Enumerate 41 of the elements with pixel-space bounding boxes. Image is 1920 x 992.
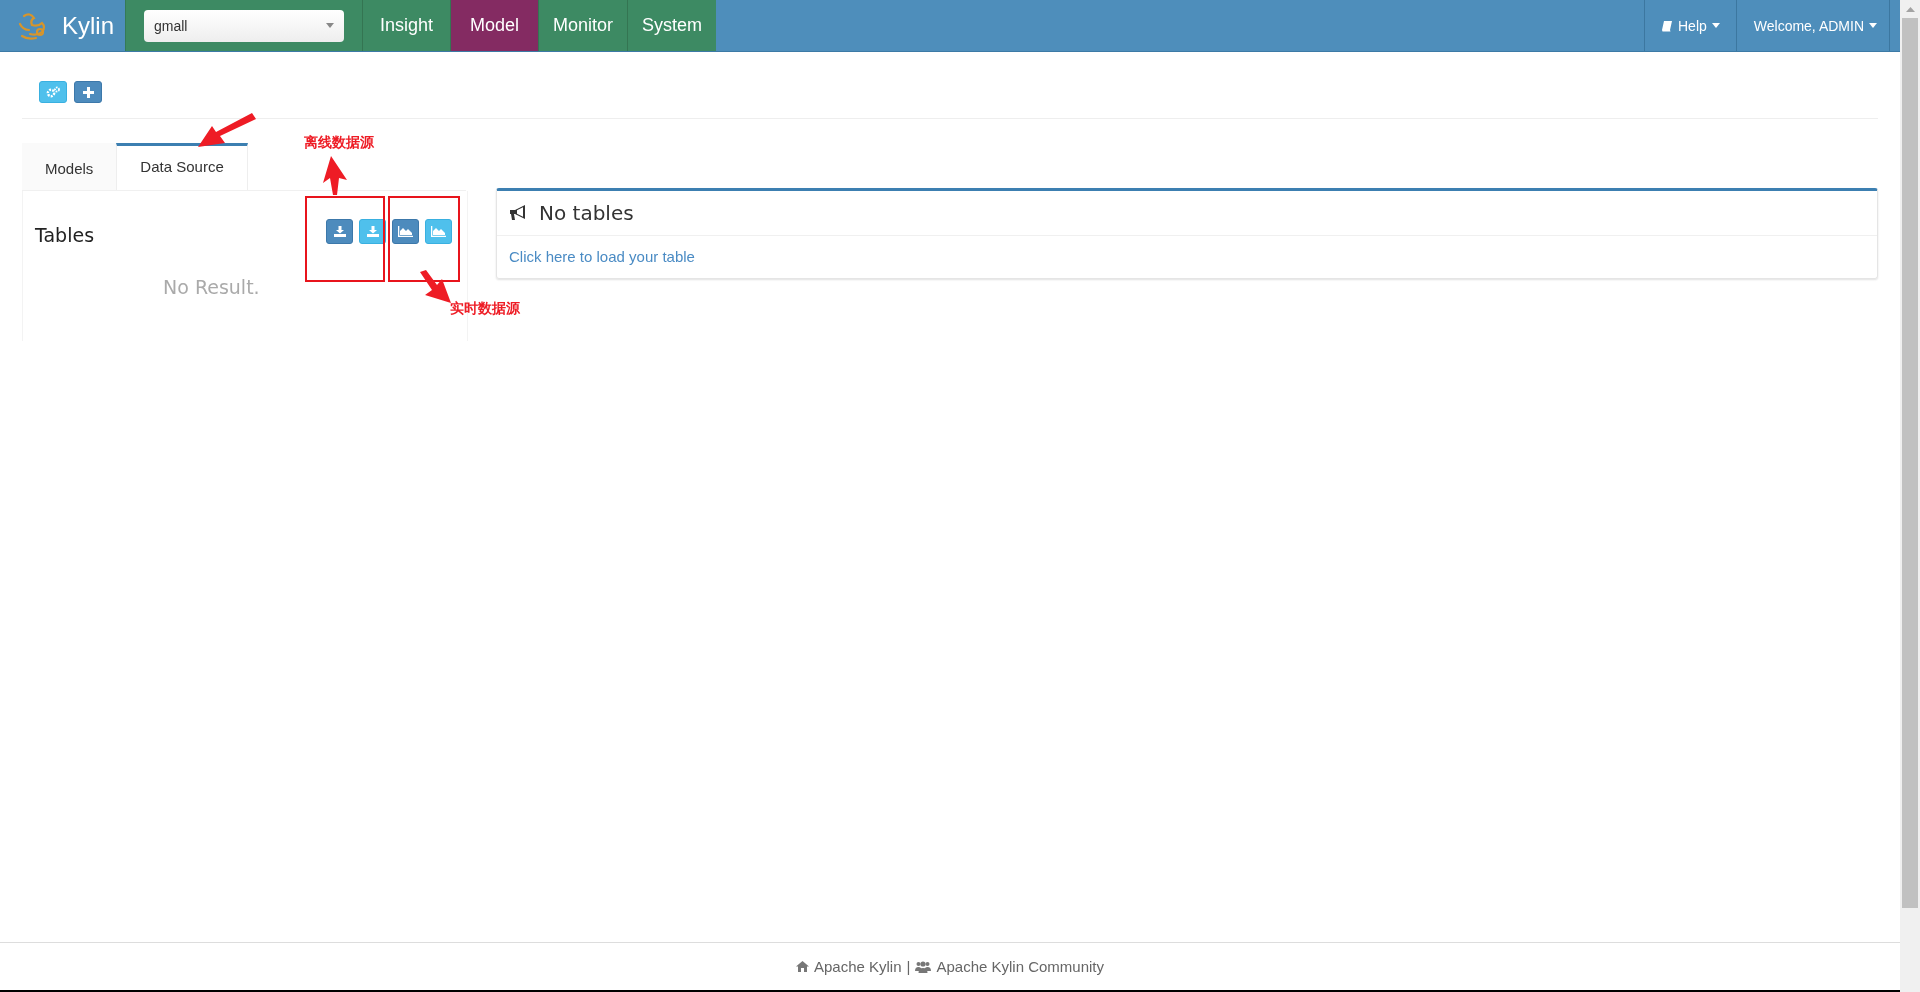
streaming-table-button[interactable] [392,218,419,244]
user-menu[interactable]: Welcome, ADMIN [1735,0,1890,51]
scroll-up-icon [1905,7,1915,12]
nav-tab[interactable]: Monitor [538,0,628,51]
footer-link[interactable]: Apache Kylin Community [936,958,1104,975]
caret-icon [1869,23,1877,28]
annotation-arrow [323,156,347,195]
download-icon [333,225,346,237]
settings-button[interactable] [39,81,67,103]
nav-tab[interactable]: Model [450,0,538,51]
book-icon [1661,19,1673,32]
nav-tab[interactable]: System [627,0,717,51]
annotation-label: 实时数据源 [450,300,520,318]
scrollbar[interactable] [1900,0,1920,992]
load-table-button[interactable] [359,218,386,244]
annotation-arrow [198,113,256,147]
annotation-arrow [420,270,451,303]
separator-text: | [906,958,911,975]
nav-tab[interactable]: Insight [362,0,450,51]
plus-icon [82,86,94,98]
area-chart-icon [398,225,413,237]
no-result-text: No Result. [163,276,260,298]
caret-icon [326,23,334,28]
brand-name[interactable]: Kylin [62,11,115,40]
users-icon [915,960,932,973]
area-chart-icon [431,225,446,237]
streaming-table-button[interactable] [425,218,452,244]
tab[interactable]: Models [22,143,117,190]
download-icon [366,225,379,237]
project-select[interactable]: gmall [144,9,344,42]
caret-icon [1711,23,1720,28]
load-table-button[interactable] [326,218,353,244]
notice-title: No tables [539,201,634,225]
annotation-label: 离线数据源 [304,134,374,152]
load-table-link[interactable]: Click here to load your table [509,248,695,265]
home-icon [795,961,809,972]
tables-heading: Tables [35,224,95,246]
help-menu[interactable]: Help [1644,0,1736,51]
footer-link[interactable]: Apache Kylin [813,958,902,975]
add-button[interactable] [74,81,102,103]
tab[interactable]: Data Source [116,143,248,190]
